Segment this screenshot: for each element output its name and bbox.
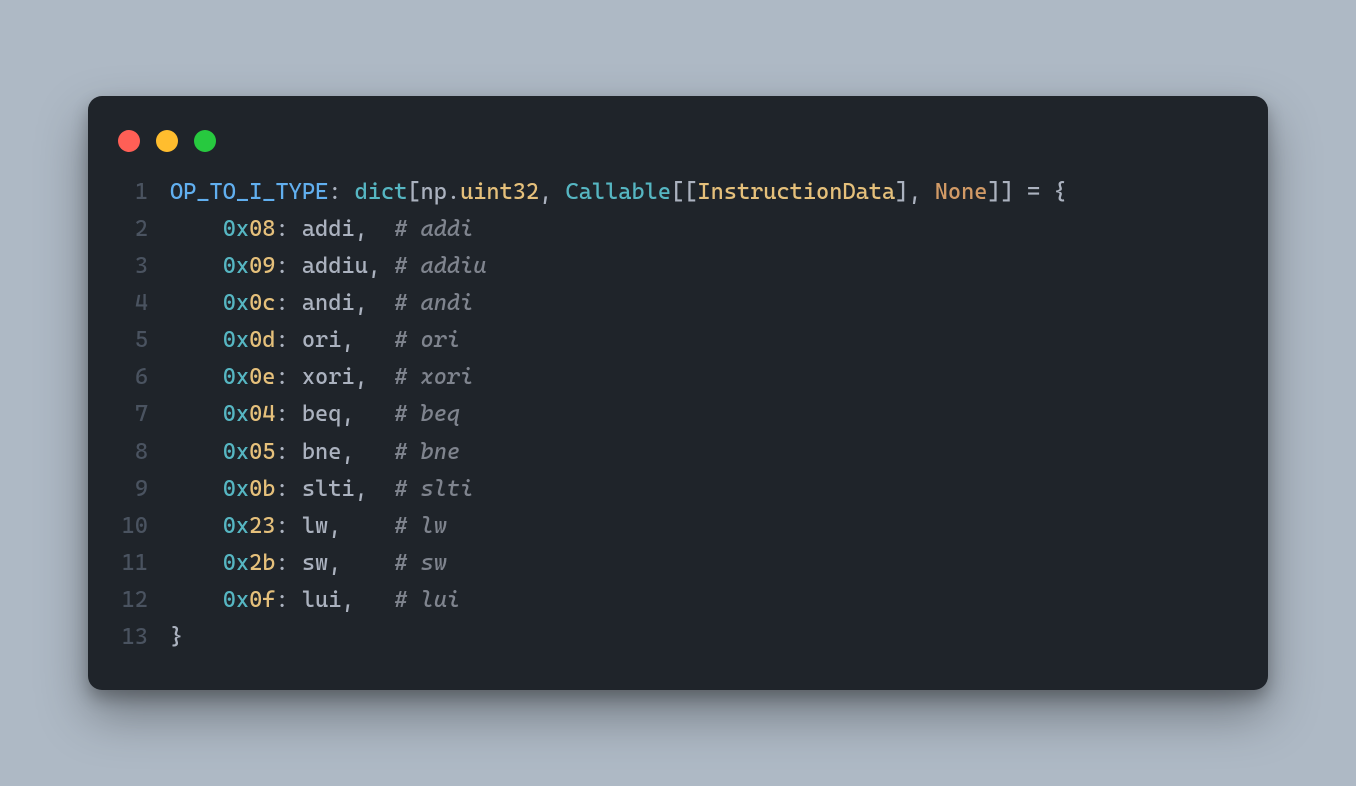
code-line: 6 0x0e: xori, # xori <box>118 359 1238 396</box>
type-callable: Callable <box>566 174 671 211</box>
code-line: 1 OP_TO_I_TYPE: dict[np.uint32, Callable… <box>118 174 1238 211</box>
line-number: 8 <box>118 434 170 471</box>
code-line: 9 0x0b: slti, # slti <box>118 471 1238 508</box>
comment: # andi <box>394 285 473 322</box>
comment: # addiu <box>394 248 486 285</box>
code-line: 2 0x08: addi, # addi <box>118 211 1238 248</box>
comment: # sw <box>394 545 447 582</box>
line-number: 11 <box>118 545 170 582</box>
close-brace: } <box>170 619 183 656</box>
line-number: 1 <box>118 174 170 211</box>
window-controls <box>88 124 1268 174</box>
code-line: 5 0x0d: ori, # ori <box>118 322 1238 359</box>
line-number: 6 <box>118 359 170 396</box>
close-icon[interactable] <box>118 130 140 152</box>
line-number: 4 <box>118 285 170 322</box>
comment: # addi <box>394 211 473 248</box>
comment: # beq <box>394 396 460 433</box>
code-line: 13 } <box>118 619 1238 656</box>
line-number: 10 <box>118 508 170 545</box>
minimize-icon[interactable] <box>156 130 178 152</box>
comment: # bne <box>394 434 460 471</box>
comment: # xori <box>394 359 473 396</box>
comment: # ori <box>394 322 460 359</box>
comment: # slti <box>394 471 473 508</box>
line-number: 12 <box>118 582 170 619</box>
code-line: 8 0x05: bne, # bne <box>118 434 1238 471</box>
line-number: 2 <box>118 211 170 248</box>
type-none: None <box>935 174 988 211</box>
maximize-icon[interactable] <box>194 130 216 152</box>
variable-name: OP_TO_I_TYPE <box>170 174 328 211</box>
code-line: 10 0x23: lw, # lw <box>118 508 1238 545</box>
code-line: 11 0x2b: sw, # sw <box>118 545 1238 582</box>
comment: # lw <box>394 508 447 545</box>
code-block[interactable]: 1 OP_TO_I_TYPE: dict[np.uint32, Callable… <box>88 174 1268 657</box>
code-line: 3 0x09: addiu, # addiu <box>118 248 1238 285</box>
code-window: 1 OP_TO_I_TYPE: dict[np.uint32, Callable… <box>88 96 1268 691</box>
line-number: 13 <box>118 619 170 656</box>
comment: # lui <box>394 582 460 619</box>
line-number: 5 <box>118 322 170 359</box>
code-line: 12 0x0f: lui, # lui <box>118 582 1238 619</box>
code-line: 4 0x0c: andi, # andi <box>118 285 1238 322</box>
line-number: 9 <box>118 471 170 508</box>
type-dict: dict <box>355 174 408 211</box>
line-number: 7 <box>118 396 170 433</box>
line-number: 3 <box>118 248 170 285</box>
code-line: 7 0x04: beq, # beq <box>118 396 1238 433</box>
